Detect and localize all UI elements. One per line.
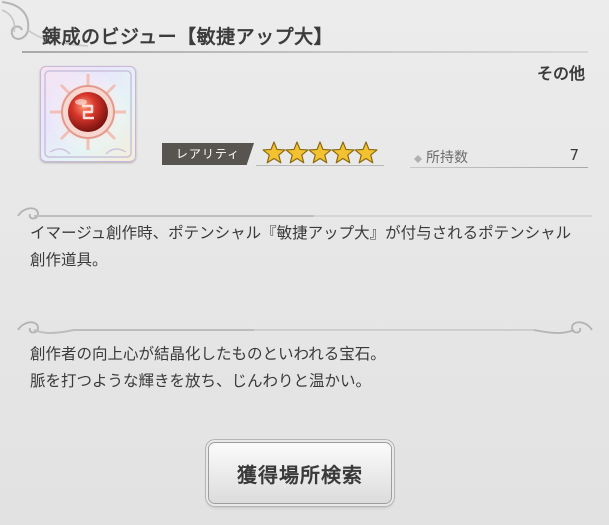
- red-gem-icon: [44, 70, 132, 158]
- possession-count: 7: [569, 146, 579, 164]
- ornamental-divider: [17, 321, 593, 334]
- flavor-line: 脈を打つような輝きを放ち、じんわりと温かい。: [30, 372, 372, 390]
- title-divider: [22, 51, 588, 53]
- acquisition-search-button[interactable]: 獲得場所検索: [209, 443, 391, 503]
- possession-divider: [410, 167, 588, 168]
- flavor-text: 創作者の向上心が結晶化したものといわれる宝石。 脈を打つような輝きを放ち、じんわ…: [30, 341, 586, 395]
- star-icon: [308, 141, 332, 164]
- star-icon: [262, 141, 286, 164]
- item-category: その他: [536, 64, 585, 83]
- item-description: イマージュ創作時、ポテンシャル『敏捷アップ大』が付与されるポテンシャル創作道具。: [30, 224, 572, 269]
- item-detail-panel: 錬成のビジュー【敏捷アップ大】 その他 レアリティ 所持数 7 イマージュ創作時…: [0, 0, 609, 525]
- item-icon-frame: [40, 66, 136, 162]
- rarity-stars: [262, 141, 378, 164]
- star-icon: [354, 141, 378, 164]
- item-title: 錬成のビジュー【敏捷アップ大】: [42, 26, 334, 48]
- bullet-icon: [414, 155, 422, 163]
- flavor-line: 創作者の向上心が結晶化したものといわれる宝石。: [30, 345, 386, 363]
- possession-label: 所持数: [426, 150, 468, 166]
- rarity-label: レアリティ: [162, 143, 254, 165]
- star-icon: [331, 141, 355, 164]
- stars-underline: [256, 165, 384, 166]
- star-icon: [285, 141, 309, 164]
